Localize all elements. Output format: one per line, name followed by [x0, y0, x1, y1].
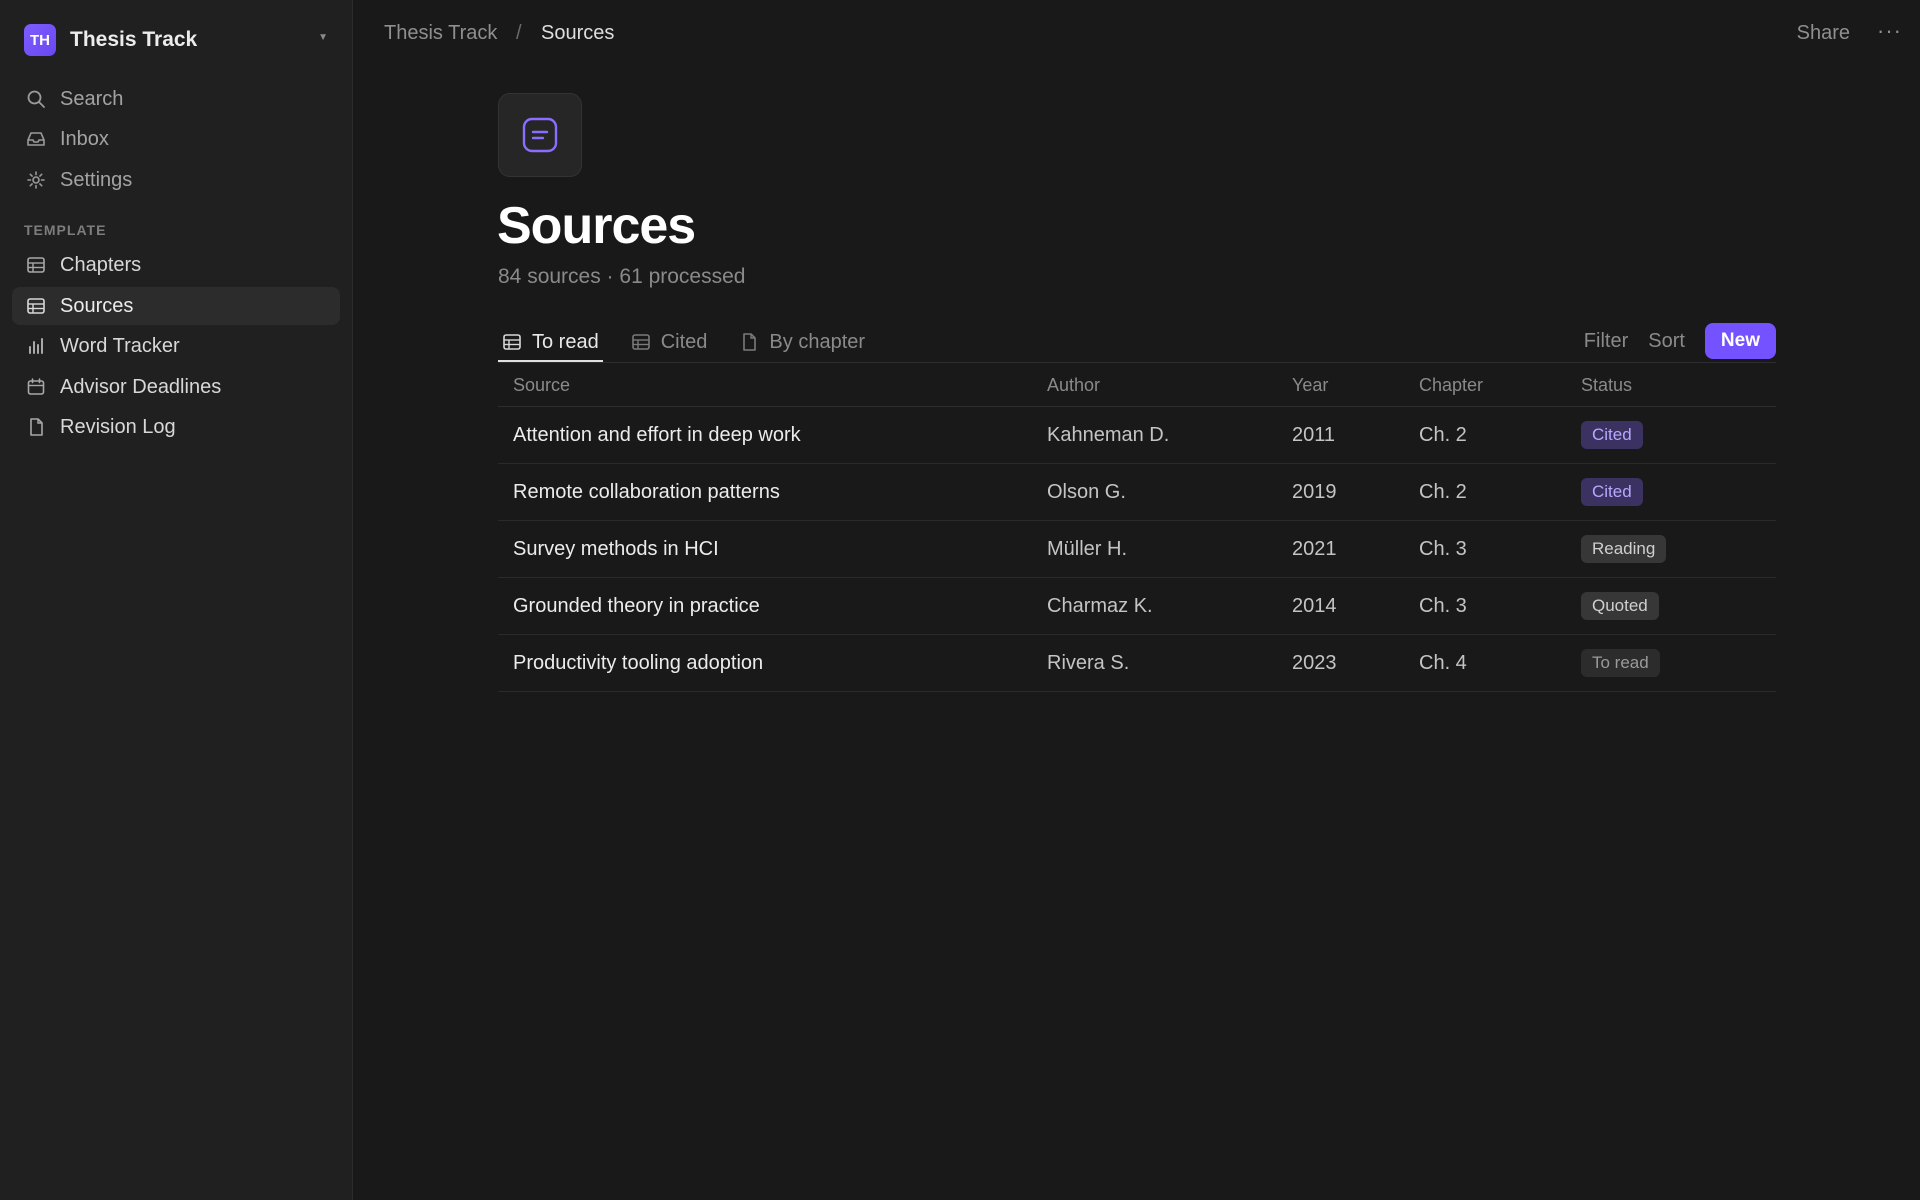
- sidebar-item-settings[interactable]: Settings: [12, 161, 340, 199]
- view-actions: Filter Sort New: [1584, 323, 1776, 359]
- status-badge[interactable]: To read: [1581, 649, 1660, 677]
- inbox-icon: [24, 127, 48, 151]
- cell-year: 2023: [1292, 651, 1337, 674]
- status-badge[interactable]: Reading: [1581, 535, 1667, 563]
- chevron-down-icon: ▼: [318, 32, 328, 43]
- page-subtitle: 84 sources · 61 processed: [498, 265, 746, 288]
- cell-source: Productivity tooling adoption: [513, 651, 764, 674]
- sidebar-item-label: Advisor Deadlines: [60, 375, 222, 398]
- sidebar-item-label: Settings: [60, 168, 133, 191]
- cell-year: 2021: [1292, 537, 1337, 560]
- cell-status: Cited: [1581, 478, 1776, 506]
- sidebar-item-word-tracker[interactable]: Word Tracker: [12, 327, 340, 365]
- cell-author: Charmaz K.: [1047, 594, 1153, 617]
- sidebar: TH Thesis Track ▼ Search Inbox Settings …: [0, 0, 353, 1200]
- table-header: Source Author Year Chapter Status: [498, 364, 1776, 407]
- status-badge[interactable]: Cited: [1581, 478, 1643, 506]
- table-row[interactable]: Grounded theory in practice Charmaz K. 2…: [498, 578, 1776, 635]
- table-icon: [631, 332, 651, 352]
- filter-button[interactable]: Filter: [1584, 330, 1628, 353]
- sidebar-item-advisor-deadlines[interactable]: Advisor Deadlines: [12, 368, 340, 406]
- sidebar-item-label: Chapters: [60, 253, 142, 276]
- tab-label: By chapter: [769, 330, 866, 353]
- sidebar-item-label: Sources: [60, 294, 134, 317]
- page-icon[interactable]: [498, 93, 582, 177]
- tab-label: To read: [532, 330, 599, 353]
- view-tabs: To read Cited By chapter: [498, 322, 893, 363]
- calendar-icon: [24, 375, 48, 399]
- bar-chart-icon: [24, 334, 48, 358]
- tabs-divider: [498, 362, 1776, 363]
- table-row[interactable]: Remote collaboration patterns Olson G. 2…: [498, 464, 1776, 521]
- more-options-icon[interactable]: ···: [1877, 18, 1902, 44]
- sidebar-item-inbox[interactable]: Inbox: [12, 120, 340, 158]
- cell-status: Reading: [1581, 535, 1776, 563]
- note-icon: [521, 116, 559, 154]
- column-header-chapter[interactable]: Chapter: [1419, 375, 1581, 396]
- workspace-name: Thesis Track: [70, 28, 198, 51]
- cell-author: Rivera S.: [1047, 651, 1130, 674]
- breadcrumb-current[interactable]: Sources: [541, 22, 614, 45]
- tab-cited[interactable]: Cited: [627, 322, 712, 362]
- cell-chapter: Ch. 2: [1419, 423, 1467, 446]
- table-icon: [502, 332, 522, 352]
- search-icon: [24, 87, 48, 111]
- cell-year: 2014: [1292, 594, 1337, 617]
- tab-label: Cited: [660, 330, 708, 353]
- workspace-avatar: TH: [24, 24, 56, 56]
- new-button[interactable]: New: [1704, 323, 1776, 359]
- sort-button[interactable]: Sort: [1648, 330, 1685, 353]
- sidebar-item-label: Inbox: [60, 127, 109, 150]
- cell-source: Attention and effort in deep work: [513, 423, 801, 446]
- cell-source: Grounded theory in practice: [513, 594, 760, 617]
- breadcrumb-workspace[interactable]: Thesis Track: [384, 22, 497, 45]
- share-button[interactable]: Share: [1797, 22, 1850, 45]
- sidebar-item-label: Search: [60, 87, 124, 110]
- table-row[interactable]: Attention and effort in deep work Kahnem…: [498, 407, 1776, 464]
- cell-status: Cited: [1581, 421, 1776, 449]
- tab-to-read[interactable]: To read: [498, 322, 603, 363]
- sidebar-item-chapters[interactable]: Chapters: [12, 246, 340, 284]
- breadcrumb-separator: /: [516, 22, 522, 44]
- cell-year: 2019: [1292, 480, 1337, 503]
- cell-author: Olson G.: [1047, 480, 1126, 503]
- document-icon: [24, 415, 48, 439]
- sidebar-section-label: TEMPLATE: [24, 222, 107, 238]
- cell-source: Survey methods in HCI: [513, 537, 719, 560]
- table-row[interactable]: Survey methods in HCI Müller H. 2021 Ch.…: [498, 521, 1776, 578]
- column-header-year[interactable]: Year: [1292, 375, 1419, 396]
- status-badge[interactable]: Quoted: [1581, 592, 1659, 620]
- table-icon: [24, 253, 48, 277]
- sidebar-item-label: Revision Log: [60, 415, 176, 438]
- gear-icon: [24, 168, 48, 192]
- cell-status: To read: [1581, 649, 1776, 677]
- cell-chapter: Ch. 3: [1419, 537, 1467, 560]
- column-header-status[interactable]: Status: [1581, 375, 1776, 396]
- cell-author: Kahneman D.: [1047, 423, 1170, 446]
- sidebar-item-revision-log[interactable]: Revision Log: [12, 408, 340, 446]
- column-header-author[interactable]: Author: [1047, 375, 1292, 396]
- sidebar-item-search[interactable]: Search: [12, 80, 340, 118]
- sources-table: Source Author Year Chapter Status Attent…: [498, 364, 1776, 692]
- cell-chapter: Ch. 3: [1419, 594, 1467, 617]
- cell-year: 2011: [1292, 423, 1336, 446]
- status-badge[interactable]: Cited: [1581, 421, 1643, 449]
- table-row[interactable]: Productivity tooling adoption Rivera S. …: [498, 635, 1776, 692]
- sidebar-item-label: Word Tracker: [60, 334, 180, 357]
- column-header-source[interactable]: Source: [498, 375, 1047, 396]
- document-icon: [739, 332, 759, 352]
- cell-source: Remote collaboration patterns: [513, 480, 780, 503]
- cell-status: Quoted: [1581, 592, 1776, 620]
- tab-by-chapter[interactable]: By chapter: [735, 322, 869, 362]
- sidebar-item-sources[interactable]: Sources: [12, 287, 340, 325]
- page-title: Sources: [497, 197, 696, 255]
- cell-chapter: Ch. 4: [1419, 651, 1467, 674]
- cell-author: Müller H.: [1047, 537, 1128, 560]
- cell-chapter: Ch. 2: [1419, 480, 1467, 503]
- table-icon: [24, 294, 48, 318]
- workspace-switcher[interactable]: TH Thesis Track ▼: [12, 20, 340, 60]
- topbar: Thesis Track / Sources Share ···: [354, 0, 1920, 68]
